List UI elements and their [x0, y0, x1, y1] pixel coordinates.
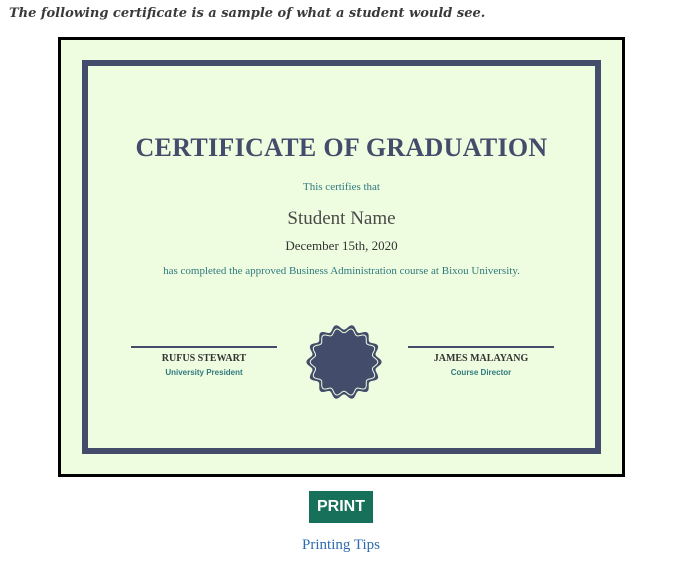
- print-button[interactable]: PRINT: [309, 491, 373, 523]
- graduation-date: December 15th, 2020: [285, 238, 398, 253]
- signatory-name: RUFUS STEWART: [161, 353, 247, 364]
- seal-icon: [305, 323, 383, 401]
- signature-president: RUFUS STEWART University President: [131, 346, 277, 377]
- certifies-text: This certifies that: [303, 181, 380, 193]
- signature-line: [131, 346, 277, 348]
- certificate-border: CERTIFICATE OF GRADUATION This certifies…: [82, 60, 601, 454]
- signatory-name: JAMES MALAYANG: [433, 353, 529, 364]
- certificate-title: CERTIFICATE OF GRADUATION: [135, 133, 548, 162]
- intro-text: The following certificate is a sample of…: [9, 6, 486, 21]
- certificate-preview: CERTIFICATE OF GRADUATION This certifies…: [58, 37, 625, 477]
- printing-tips-link[interactable]: Printing Tips: [0, 537, 682, 554]
- student-name: Student Name: [287, 208, 396, 229]
- signatory-role: University President: [165, 368, 243, 377]
- signature-line: [408, 346, 554, 348]
- signatory-role: Course Director: [450, 368, 512, 377]
- signature-director: JAMES MALAYANG Course Director: [408, 346, 554, 377]
- completion-text: has completed the approved Business Admi…: [163, 265, 520, 277]
